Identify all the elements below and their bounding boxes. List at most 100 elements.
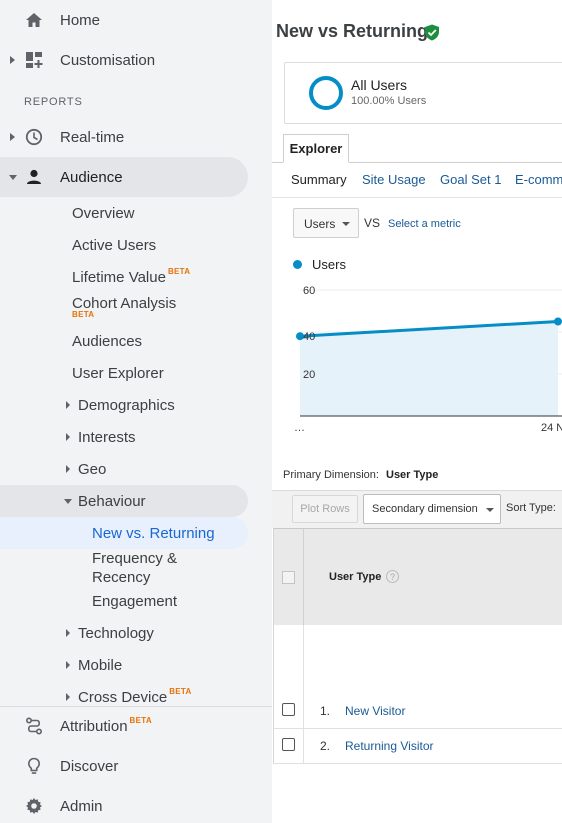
secondary-dimension-label: Secondary dimension [372,503,478,515]
reports-section-header: REPORTS [24,96,83,108]
nav-discover[interactable]: Discover [0,746,272,786]
table-totals-row [273,625,562,695]
caret-right-icon [66,465,70,473]
sidebar-item-new-vs-returning[interactable]: New vs. Returning [0,517,248,549]
dropdown-arrow-icon [486,508,494,512]
lifetime-value-label: Lifetime Value [72,269,166,286]
sidebar-item-demographics[interactable]: Demographics [0,389,272,421]
subtab-summary[interactable]: Summary [291,172,347,187]
select-metric-link[interactable]: Select a metric [388,218,461,230]
column-header-user-type[interactable]: User Type [329,571,381,583]
subtab-site-usage[interactable]: Site Usage [362,172,426,187]
sidebar-item-cohort-analysis[interactable]: Cohort Analysis BETA [72,295,176,319]
nav-attribution-item: Attribution BETA [60,716,152,735]
table-header: User Type ? [273,528,562,626]
row-number: 2. [320,739,331,753]
nav-home[interactable]: Home [0,0,272,40]
row-checkbox[interactable] [282,703,295,716]
sidebar-item-interests[interactable]: Interests [0,421,272,453]
frequency-label: Frequency & [92,550,178,567]
legend-dot-icon [293,260,302,269]
data-label: 40 [303,331,315,343]
select-all-checkbox[interactable] [282,571,295,584]
gear-icon [24,796,44,816]
column-divider [303,529,304,626]
nav-customisation[interactable]: Customisation [0,40,272,80]
plot-rows-button[interactable]: Plot Rows [292,495,358,523]
cross-device-item: Cross Device BETA [78,687,192,706]
nav-admin[interactable]: Admin [0,786,272,823]
caret-right-icon [10,133,15,141]
sidebar: Home Customisation REPORTS Real-time Aud… [0,0,272,823]
metric-select[interactable]: Users [293,208,359,238]
nav-admin-label: Admin [60,798,103,815]
home-icon [24,10,44,30]
primary-dimension-value[interactable]: User Type [386,469,438,481]
help-icon[interactable]: ? [386,570,399,583]
nav-audience[interactable]: Audience [0,157,248,197]
sidebar-item-frequency-recency[interactable]: Frequency & Recency [92,549,177,587]
caret-right-icon [10,56,15,64]
segment-card[interactable]: All Users 100.00% Users [284,62,562,124]
dropdown-arrow-icon [342,222,350,226]
segment-ring-icon [309,76,343,110]
nav-customisation-label: Customisation [60,52,156,69]
nav-realtime[interactable]: Real-time [0,117,272,157]
sidebar-item-overview[interactable]: Overview [72,205,135,222]
y-tick-label: 20 [303,369,315,381]
lightbulb-icon [24,756,44,776]
users-chart[interactable]: 20 60 40 … 24 N [272,278,562,438]
sidebar-item-lifetime-value[interactable]: Lifetime Value BETA [72,267,191,286]
beta-badge: BETA [167,267,191,276]
caret-down-icon [9,175,17,180]
cross-device-label: Cross Device [78,689,168,706]
column-divider [303,729,304,764]
y-tick-label: 60 [303,285,315,297]
sidebar-item-technology[interactable]: Technology [0,617,272,649]
row-link-new-visitor[interactable]: New Visitor [345,704,405,718]
nav-attribution-label: Attribution [60,718,128,735]
sidebar-item-user-explorer[interactable]: User Explorer [72,365,164,382]
beta-badge: BETA [129,716,152,725]
main-content: New vs Returning All Users 100.00% Users… [272,0,562,823]
table-row: 1. New Visitor [273,694,562,729]
mobile-label: Mobile [78,657,123,674]
row-checkbox[interactable] [282,738,295,751]
nav-audience-label: Audience [60,169,123,186]
new-vs-returning-label: New vs. Returning [92,525,215,542]
recency-label: Recency [92,569,151,586]
subtab-goal-set-1[interactable]: Goal Set 1 [440,172,501,187]
x-tick-label: 24 N [541,422,562,434]
caret-down-icon [64,499,72,504]
technology-label: Technology [78,625,154,642]
demographics-label: Demographics [78,397,175,414]
sort-type-label: Sort Type: [506,502,556,514]
row-link-returning-visitor[interactable]: Returning Visitor [345,739,434,753]
row-number: 1. [320,704,331,718]
segment-percent: 100.00% Users [351,95,427,107]
vs-label: VS [364,216,381,230]
interests-label: Interests [78,429,136,446]
sidebar-item-audiences[interactable]: Audiences [72,333,142,350]
nav-attribution[interactable]: Attribution BETA [0,706,272,746]
caret-right-icon [66,401,70,409]
secondary-dimension-select[interactable]: Secondary dimension [363,494,501,524]
metric-select-label: Users [304,217,336,231]
legend-label: Users [312,257,346,272]
dashboard-grid-icon [24,50,44,70]
nav-home-label: Home [60,12,101,29]
column-divider [303,694,304,729]
primary-dimension-label: Primary Dimension: [283,469,379,481]
page-title: New vs Returning [276,21,429,41]
sidebar-item-mobile[interactable]: Mobile [0,649,272,681]
nav-realtime-label: Real-time [60,129,125,146]
tab-explorer[interactable]: Explorer [283,134,349,163]
subtabs-divider [272,197,562,198]
sidebar-item-behaviour[interactable]: Behaviour [0,485,248,517]
sidebar-item-geo[interactable]: Geo [0,453,272,485]
sidebar-item-engagement[interactable]: Engagement [92,592,177,611]
sidebar-item-active-users[interactable]: Active Users [72,237,156,254]
caret-right-icon [66,629,70,637]
nav-discover-label: Discover [60,758,119,775]
subtab-ecommerce[interactable]: E-comm [515,172,562,187]
